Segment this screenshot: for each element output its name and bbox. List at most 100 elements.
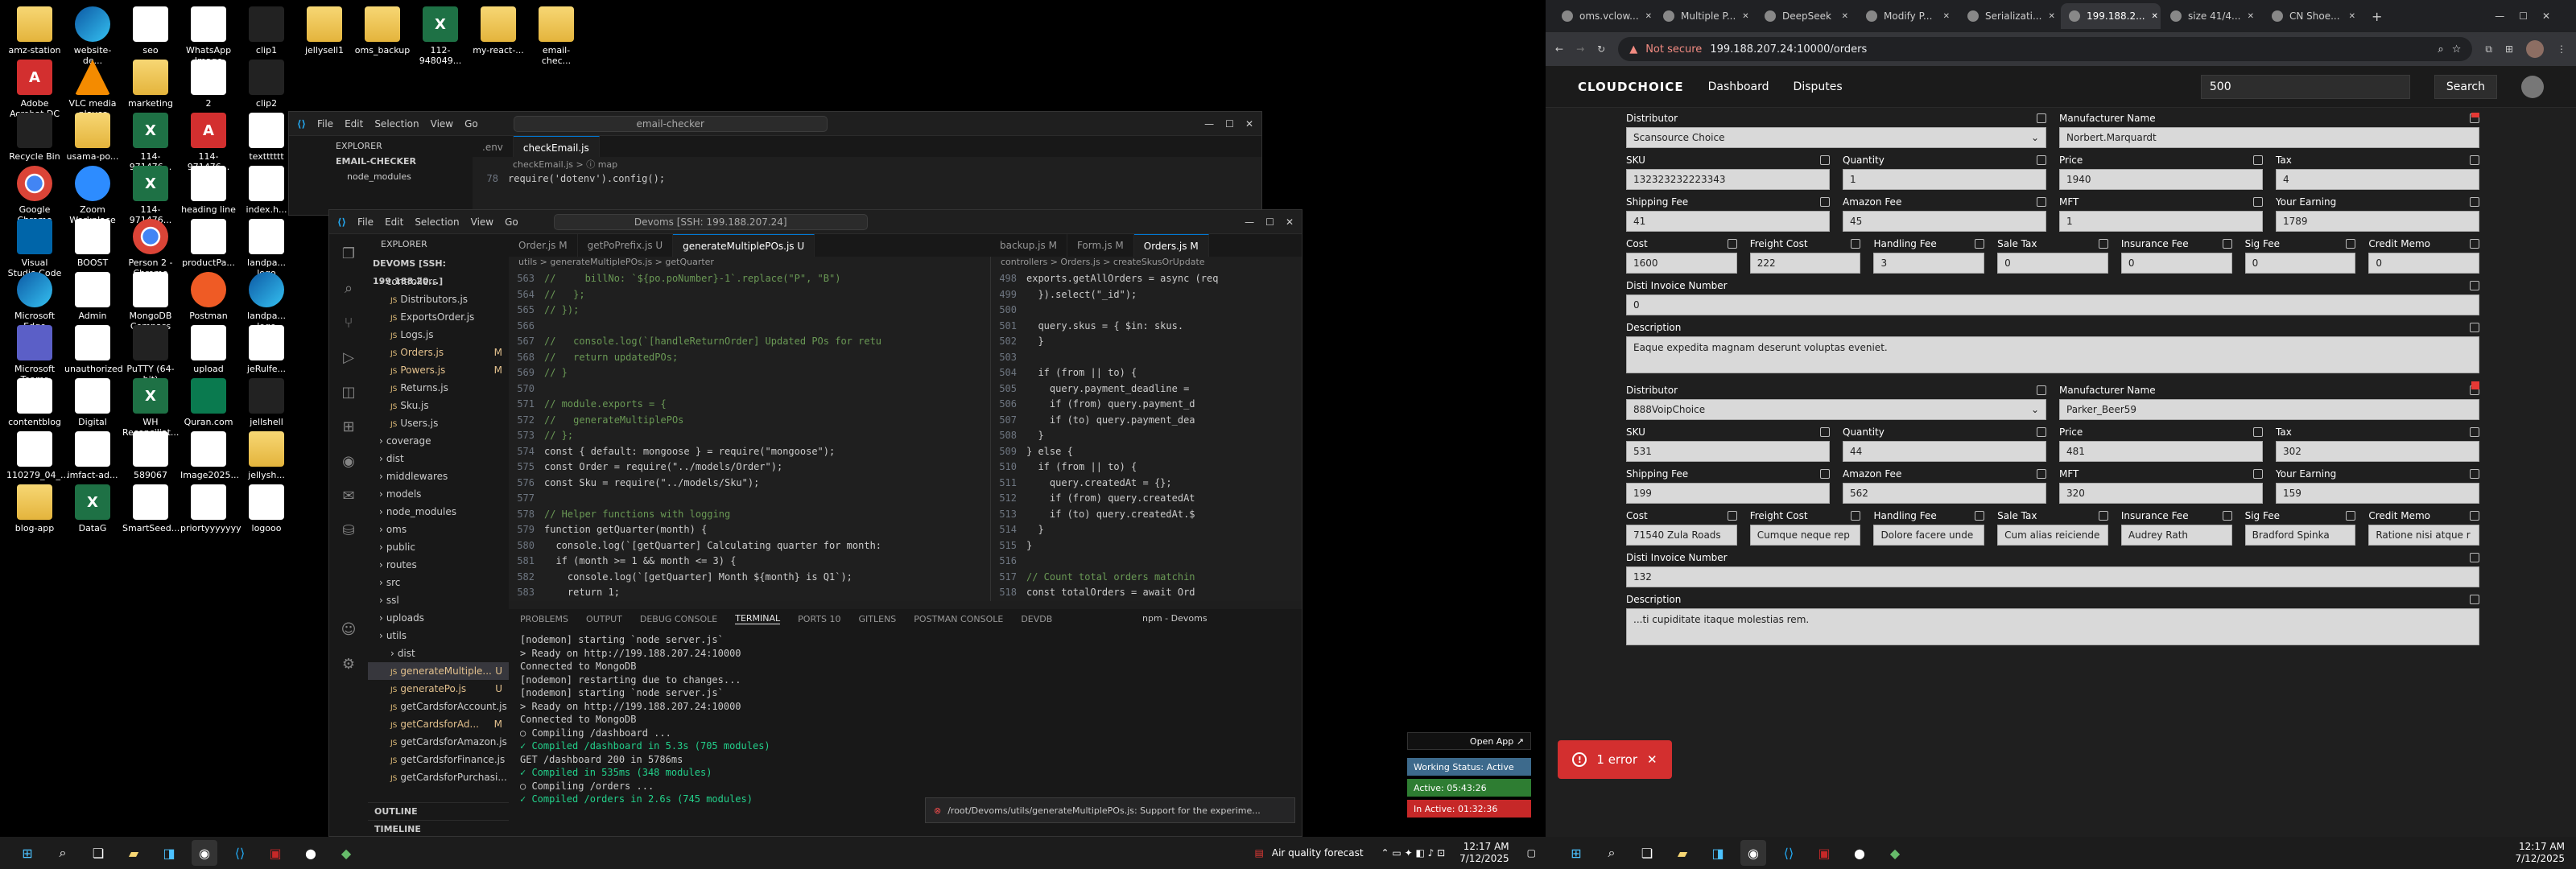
code-line[interactable]: 515} [991,538,1302,554]
task-view-icon[interactable]: ❏ [85,840,111,866]
desktop-icon[interactable]: amz-station [6,6,63,56]
close-tab-icon[interactable]: ✕ [1645,12,1652,21]
weather-text[interactable]: Air quality forecast [1272,847,1364,859]
code-line[interactable]: 511 query.createdAt = {}; [991,476,1302,492]
app-logo[interactable]: CLOUDCHOICE [1578,80,1684,94]
extensions-icon[interactable]: ⊞ [2505,43,2513,55]
desktop-icon[interactable]: jellysell1 [296,6,353,56]
extensions-icon[interactable]: ⊞ [342,418,354,435]
sig-input[interactable]: 0 [2244,253,2356,274]
code-line[interactable]: 578 // Helper functions with logging [509,507,990,523]
copy-icon[interactable] [1975,511,1985,521]
copy-icon[interactable] [2222,511,2232,521]
start-icon[interactable]: ⊞ [14,840,40,866]
copy-icon[interactable] [1851,511,1861,521]
tree-item[interactable]: JS Sku.js [368,397,509,414]
price-input[interactable]: 1940 [2059,169,2263,190]
clock[interactable]: 12:17 AM 7/12/2025 [1459,841,1509,865]
code-line[interactable]: 570 [509,381,990,397]
freight-input[interactable]: Cumque neque rep [1749,525,1861,546]
desktop-icon[interactable]: MongoDB Compass [122,272,179,332]
remote-explorer-icon[interactable]: ◫ [341,384,355,401]
code-line[interactable]: 510 if (from || to) { [991,459,1302,476]
saletax-input[interactable]: 0 [1997,253,2108,274]
panel-tab[interactable]: PORTS 10 [798,614,840,624]
notification-toast[interactable]: ⊗ /root/Devoms/utils/generateMultiplePOs… [925,797,1295,823]
handling-input[interactable]: Dolore facere unde [1873,525,1985,546]
code-line[interactable]: 517 // Count total orders matchin [991,570,1302,586]
code-line[interactable]: 577 [509,491,990,507]
copy-icon[interactable] [2037,113,2046,123]
tree-item[interactable]: › public [368,538,509,556]
store-icon[interactable]: ◨ [156,840,182,866]
run-debug-icon[interactable]: ▷ [343,349,354,366]
address-bar[interactable]: ▲ Not secure 199.188.207.24:10000/orders… [1618,37,2473,61]
code-line[interactable]: 513 if (to) query.createdAt.$ [991,507,1302,523]
desktop-icon[interactable]: AAdobe Acrobat DC [6,60,63,119]
desktop-icon[interactable]: jellysh... [238,431,295,480]
copy-icon[interactable] [2470,197,2479,207]
new-tab-icon[interactable]: + [2372,9,2382,24]
close-tab-icon[interactable]: ✕ [2048,12,2054,21]
copy-icon[interactable] [2253,427,2263,437]
code-line[interactable]: 567 // console.log(`[handleReturnOrder] U… [509,334,990,350]
security-label[interactable]: Not secure [1645,43,1702,56]
desktop-icon[interactable]: BOOST [64,219,121,268]
vscode-window-back[interactable]: ⟨⟩ File Edit Selection View Go email-che… [288,111,1262,216]
desktop-icon[interactable]: logooo [238,484,295,533]
user-avatar[interactable] [2521,75,2544,98]
disti-input[interactable]: 0 [1626,294,2479,315]
tree-item[interactable]: › utils [368,627,509,645]
code-line[interactable]: 508 } [991,428,1302,444]
browser-tab[interactable]: Multiple P... ✕ [1655,3,1755,29]
desktop-icon[interactable]: Zoom Workplace [64,166,121,225]
tree-item[interactable]: › oms [368,521,509,538]
copy-icon[interactable] [2037,197,2046,207]
zoom-icon[interactable]: ⌕ [2438,43,2443,56]
code-line[interactable]: 516 [991,554,1302,570]
code-line[interactable]: 506 if (from) query.payment_d [991,397,1302,413]
desktop-icon[interactable]: clip2 [238,60,295,109]
command-search[interactable]: email-checker [513,115,828,132]
close-tab-icon[interactable]: ✕ [2349,12,2355,21]
tree-item[interactable]: › coverage [368,432,509,450]
tree-item[interactable]: JS getCardsforPurchasi... [368,768,509,786]
search-icon[interactable]: ⌕ [345,280,353,297]
app-icon[interactable]: ▣ [1811,840,1837,866]
desktop-icon[interactable]: VLC media player [64,60,121,119]
insurance-input[interactable]: 0 [2120,253,2232,274]
desktop-icon[interactable]: Recycle Bin [6,113,63,162]
notification-icon[interactable]: ▢ [1527,847,1536,859]
desktop-icon[interactable]: X114-971476... [122,113,179,172]
menu-file[interactable]: File [317,118,333,130]
tree-item[interactable]: › middlewares [368,467,509,485]
timeline-section[interactable]: TIMELINE [368,820,509,836]
delete-icon[interactable] [2471,113,2479,117]
file-explorer-icon[interactable]: ▰ [1670,840,1695,866]
source-control-icon[interactable]: ⑂ [345,315,353,332]
desktop-icon[interactable]: Visual Studio Code [6,219,63,278]
browser-tab[interactable]: 199.188.2... ✕ [2061,3,2161,29]
tree-item[interactable]: JS Users.js [368,414,509,432]
desktop-icon[interactable]: Quran.com [180,378,237,427]
sig-input[interactable]: Bradford Spinka [2244,525,2356,546]
menu-view[interactable]: View [431,118,453,130]
desktop-icon[interactable]: Microsoft Edge [6,272,63,332]
desktop-icon[interactable]: marketing [122,60,179,109]
close-icon[interactable]: ✕ [1647,752,1657,767]
earning-input[interactable]: 159 [2276,483,2479,504]
desc-input[interactable]: Eaque expedita magnam deserunt voluptas … [1626,336,2479,373]
vscode-icon[interactable]: ⟨⟩ [227,840,253,866]
copy-icon[interactable] [1820,155,1830,165]
search-button[interactable]: Search [2434,74,2497,99]
tree-item[interactable]: JS getCardsforAmazon.js [368,733,509,751]
menu-file[interactable]: File [357,216,374,228]
disti-input[interactable]: 132 [1626,566,2479,587]
desktop-icon[interactable]: XWH Reconciliat... [122,378,179,438]
database-icon[interactable]: ⛁ [342,522,354,539]
back-icon[interactable]: ← [1555,43,1563,55]
gitlens-icon[interactable]: ◉ [342,453,355,470]
menu-selection[interactable]: Selection [415,216,459,228]
desktop-icon[interactable]: productPa... [180,219,237,268]
tree-item[interactable]: › routes [368,556,509,574]
